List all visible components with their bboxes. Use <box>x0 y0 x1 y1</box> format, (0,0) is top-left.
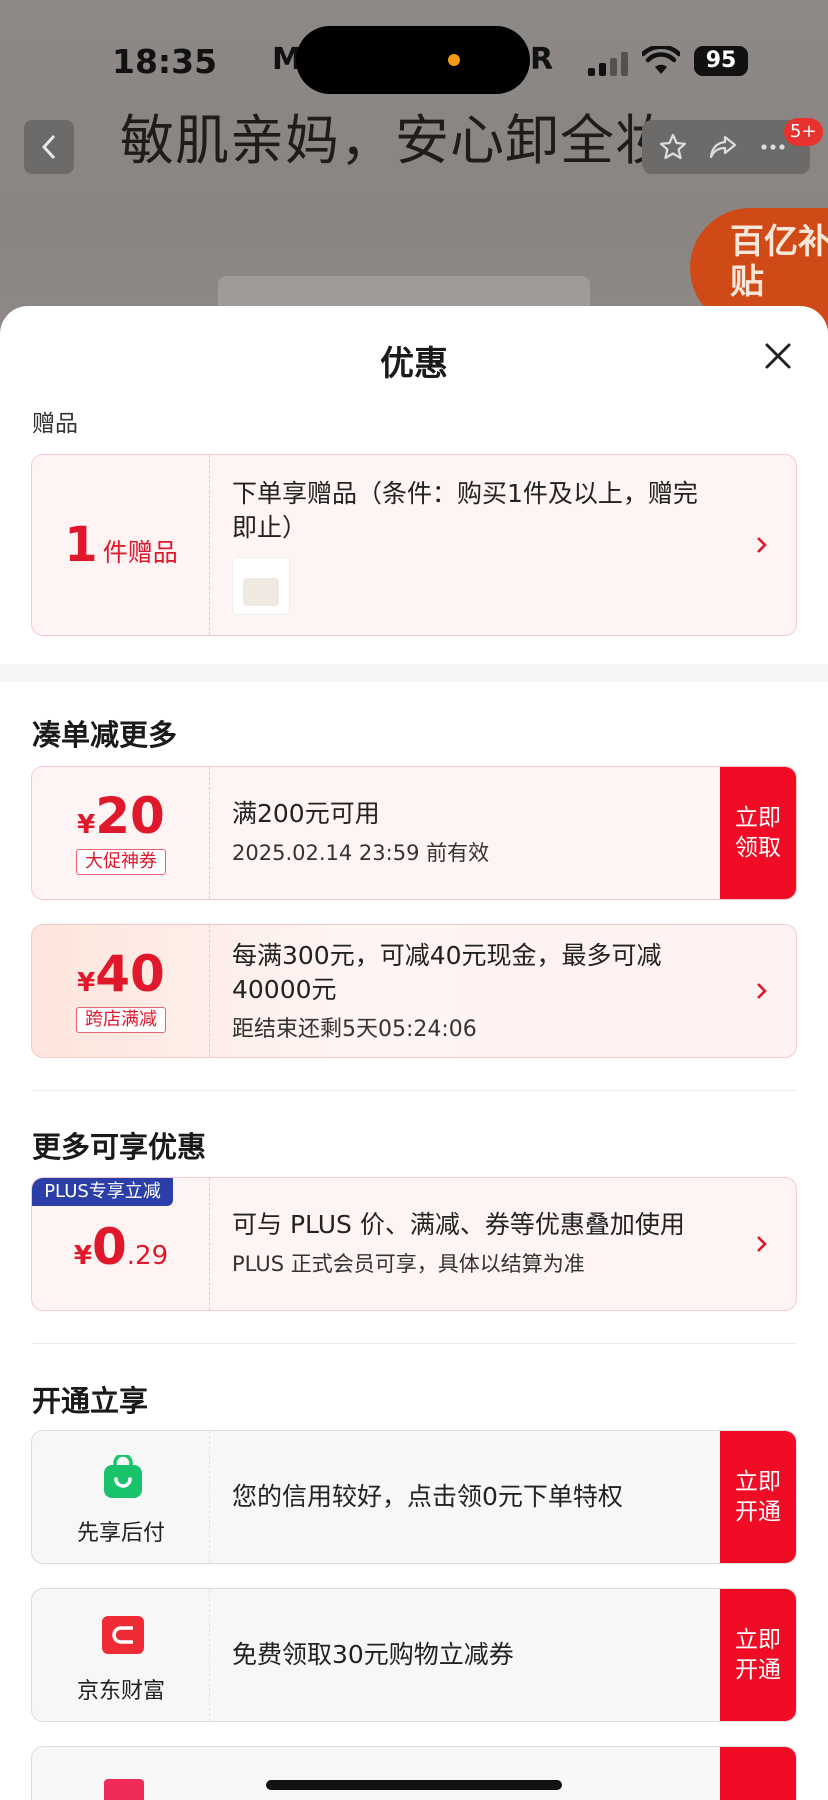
chevron-left-icon <box>41 134 56 160</box>
close-icon[interactable] <box>758 336 798 376</box>
store-discount-card[interactable]: ¥40 跨店满减 每满300元，可减40元现金，最多可减40000元 距结束还剩… <box>31 924 797 1058</box>
recording-indicator <box>448 54 460 66</box>
battery-indicator: 95 <box>694 46 748 76</box>
plus-description: 可与 PLUS 价、满减、券等优惠叠加使用 <box>232 1210 685 1239</box>
more-icon[interactable] <box>758 132 788 162</box>
discount-sheet: 优惠 赠品 1 件赠品 下单享赠品（条件：购买1件及以上，赠完即止） 凑单减更多… <box>0 306 828 1800</box>
status-time: 18:35 <box>112 42 218 81</box>
wallet-icon <box>102 1616 144 1654</box>
gift-unit: 件赠品 <box>102 538 178 567</box>
extra-discount-title: 更多可享优惠 <box>32 1130 207 1164</box>
dynamic-island <box>296 26 530 94</box>
star-icon[interactable] <box>658 132 688 162</box>
divider <box>32 1090 796 1091</box>
pay-later-card[interactable]: 先享后付 您的信用较好，点击领0元下单特权 立即开通 <box>31 1430 797 1564</box>
chevron-right-icon <box>757 537 767 553</box>
coupon-card[interactable]: ¥20 大促神券 满200元可用 2025.02.14 23:59 前有效 立即… <box>31 766 797 900</box>
pay-later-left: 先享后付 <box>32 1431 210 1563</box>
coupon-expiry: 2025.02.14 23:59 前有效 <box>232 841 490 865</box>
notification-badge: 5+ <box>784 118 823 146</box>
currency-symbol: ¥ <box>77 810 96 840</box>
divider <box>32 1343 796 1344</box>
plus-amount-dec: .29 <box>126 1241 169 1271</box>
gift-count: 1 <box>64 517 98 573</box>
product-heading: 敏肌亲妈，安心卸全妆。 <box>120 109 680 172</box>
countdown-text: 距结束还剩5天05:24:06 <box>232 1017 477 1042</box>
share-icon[interactable] <box>708 132 738 162</box>
shopping-bag-icon <box>104 1455 142 1498</box>
gift-thumbnail <box>232 557 290 615</box>
next-offer-cta[interactable] <box>720 1747 796 1800</box>
wifi-icon <box>642 46 680 74</box>
chevron-right-icon <box>757 1236 767 1252</box>
section-gap <box>0 664 828 682</box>
activate-title: 开通立享 <box>32 1384 149 1418</box>
back-button[interactable] <box>24 120 74 174</box>
card-icon <box>104 1779 144 1800</box>
gift-description: 下单享赠品（条件：购买1件及以上，赠完即止） <box>232 479 698 542</box>
product-page-background: 18:35 M R 95 敏肌亲妈，安心卸全妆。 5+ 百亿补贴 <box>0 0 828 336</box>
next-offer-card[interactable] <box>31 1746 797 1800</box>
jd-finance-left: 京东财富 <box>32 1589 210 1721</box>
coupon-amount: ¥20 <box>32 787 210 845</box>
jd-finance-name: 京东财富 <box>76 1679 165 1704</box>
status-carrier-right: R <box>530 42 554 77</box>
coupon-tag: 大促神券 <box>76 849 166 875</box>
gift-count-wrap: 1 件赠品 <box>32 517 210 573</box>
plus-amount-int: 0 <box>91 1218 127 1276</box>
store-discount-tag: 跨店满减 <box>76 1007 166 1033</box>
plus-corner-tag: PLUS专享立减 <box>32 1178 173 1206</box>
plus-amount: ¥0.29 <box>32 1218 210 1276</box>
plus-note: PLUS 正式会员可享，具体以结算为准 <box>232 1252 585 1276</box>
pay-later-name: 先享后付 <box>76 1521 165 1546</box>
gift-card[interactable]: 1 件赠品 下单享赠品（条件：购买1件及以上，赠完即止） <box>31 454 797 636</box>
gift-card-left: 1 件赠品 <box>32 455 210 635</box>
more-discount-title: 凑单减更多 <box>32 718 178 752</box>
store-discount-left: ¥40 跨店满减 <box>32 925 210 1057</box>
plus-left: PLUS专享立减 ¥0.29 <box>32 1178 210 1310</box>
jd-finance-text: 免费领取30元购物立减券 <box>232 1640 514 1669</box>
coupon-left: ¥20 大促神券 <box>32 767 210 899</box>
coupon-condition: 满200元可用 <box>232 799 380 828</box>
coupon-value: 20 <box>95 787 165 845</box>
cellular-signal-icon <box>588 52 632 76</box>
activate-jd-finance-button[interactable]: 立即开通 <box>720 1589 796 1721</box>
home-indicator <box>266 1780 562 1790</box>
activate-pay-later-button[interactable]: 立即开通 <box>720 1431 796 1563</box>
jd-finance-card[interactable]: 京东财富 免费领取30元购物立减券 立即开通 <box>31 1588 797 1722</box>
store-discount-value: 40 <box>95 945 165 1003</box>
currency-symbol: ¥ <box>73 1241 92 1271</box>
claim-coupon-button[interactable]: 立即领取 <box>720 767 796 899</box>
sheet-title: 优惠 <box>380 344 448 384</box>
chevron-right-icon <box>757 983 767 999</box>
gift-section-label: 赠品 <box>32 411 78 437</box>
pay-later-text: 您的信用较好，点击领0元下单特权 <box>232 1482 623 1511</box>
plus-discount-card[interactable]: PLUS专享立减 ¥0.29 可与 PLUS 价、满减、券等优惠叠加使用 PLU… <box>31 1177 797 1311</box>
currency-symbol: ¥ <box>77 968 96 998</box>
store-discount-rule: 每满300元，可减40元现金，最多可减40000元 <box>232 941 662 1004</box>
store-discount-amount: ¥40 <box>32 945 210 1003</box>
